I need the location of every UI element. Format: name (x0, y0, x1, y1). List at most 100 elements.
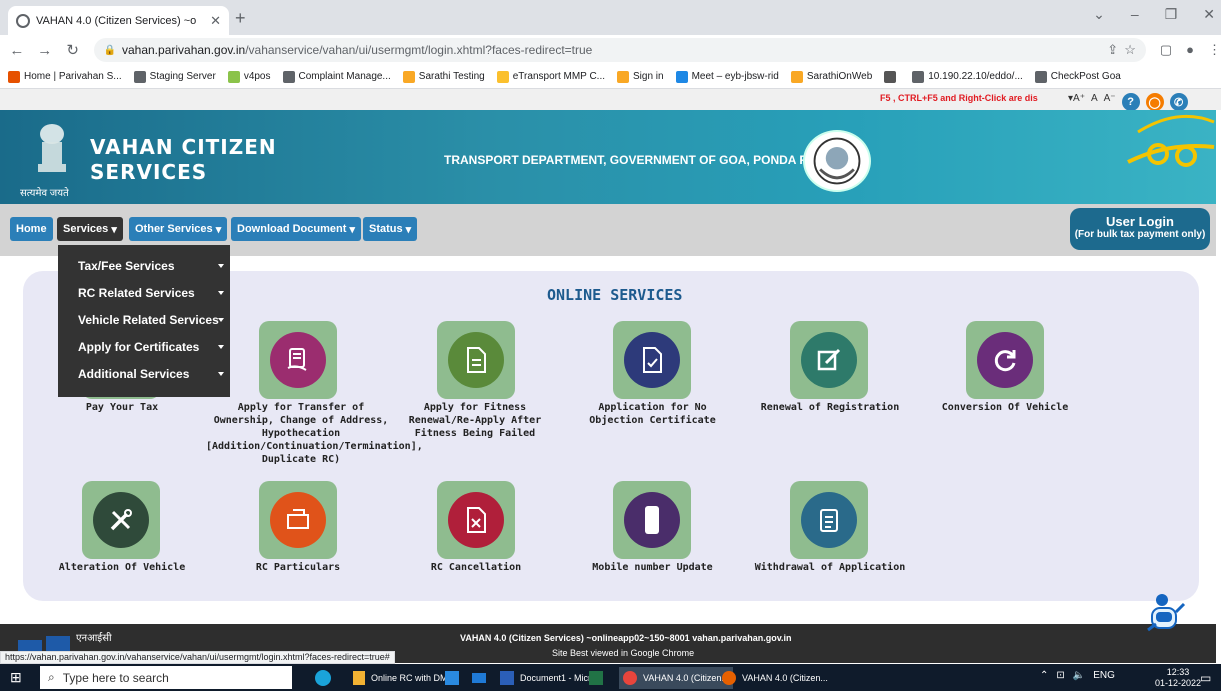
font-decrease-button[interactable]: A⁻ (1104, 93, 1116, 111)
tab-title: VAHAN 4.0 (Citizen Services) ~o (36, 14, 197, 27)
new-tab-button[interactable]: + (235, 8, 246, 29)
chevron-up-icon[interactable]: ⌃ (1040, 670, 1048, 681)
edge-icon[interactable] (315, 667, 331, 689)
taskbar-app-online-rc[interactable]: Online RC with DM... (353, 667, 455, 689)
taskbar-app-chrome[interactable]: VAHAN 4.0 (Citizen... (619, 667, 733, 689)
nav-services[interactable]: Services ▾ (57, 217, 123, 241)
bookmark-icon (675, 70, 688, 83)
bookmark-icon (496, 70, 509, 83)
nav-download-document[interactable]: Download Document ▾ (231, 217, 361, 241)
restore-button[interactable]: ❐ (1165, 6, 1178, 23)
taskbar-app-firefox[interactable]: VAHAN 4.0 (Citizen... (722, 667, 828, 689)
menu-item-tax-fee[interactable]: Tax/Fee Services (78, 259, 175, 273)
close-window-button[interactable]: ✕ (1203, 6, 1215, 23)
bookmark-item[interactable]: SarathiOnWeb (790, 70, 873, 83)
bookmark-item[interactable]: Meet – eyb-jbsw-rid (675, 70, 779, 83)
profile-icon[interactable]: ● (1186, 42, 1194, 58)
taskbar-app-word[interactable]: Document1 - Micr... (500, 667, 598, 689)
store-icon[interactable] (445, 667, 459, 689)
service-card-transfer-ownership[interactable] (259, 321, 337, 399)
service-card-rc-cancellation[interactable] (437, 481, 515, 559)
folder-icon (353, 671, 365, 685)
bookmark-item[interactable]: CheckPost Goa (1034, 70, 1121, 83)
url-input[interactable]: 🔒 vahan.parivahan.gov.in/vahanservice/va… (93, 38, 1146, 62)
bookmark-item[interactable]: v4pos (227, 70, 271, 83)
menu-item-certificates[interactable]: Apply for Certificates (78, 340, 199, 354)
menu-icon[interactable]: ⋮ (1208, 42, 1221, 58)
menu-item-additional[interactable]: Additional Services (78, 367, 189, 381)
nav-status-label: Status (369, 223, 403, 235)
file-icon (448, 332, 504, 388)
volume-icon[interactable]: 🔈 (1073, 670, 1085, 681)
online-services-title: ONLINE SERVICES (547, 286, 683, 304)
nav-download-label: Download Document (237, 223, 347, 235)
service-label: Withdrawal of Application (754, 562, 906, 573)
menu-item-vehicle-related[interactable]: Vehicle Related Services (78, 313, 219, 327)
bookmark-icon (8, 70, 20, 83)
reload-button[interactable]: ↻ (62, 41, 84, 59)
nav-home[interactable]: Home (10, 217, 53, 241)
menu-item-rc-related[interactable]: RC Related Services (78, 286, 195, 300)
status-url: https://vahan.parivahan.gov.in/vahanserv… (0, 651, 395, 664)
bookmark-label: Home | Parivahan S... (24, 71, 122, 82)
service-card-noc[interactable] (613, 321, 691, 399)
chevron-down-icon[interactable]: ⌄ (1093, 6, 1105, 23)
bookmark-item[interactable]: Sarathi Testing (402, 70, 485, 83)
department-title: TRANSPORT DEPARTMENT, GOVERNMENT OF GOA,… (444, 153, 825, 167)
share-icon[interactable]: ⇪ (1107, 42, 1118, 58)
bookmark-item[interactable]: Home | Parivahan S... (8, 70, 122, 83)
phone-icon[interactable]: ✆ (1169, 93, 1188, 111)
service-label: Application for No Objection Certificate (589, 402, 716, 426)
chrome-icon (623, 671, 637, 685)
network-icon[interactable]: ⊡ (1056, 670, 1064, 681)
footer-line2: Site Best viewed in Google Chrome (552, 648, 695, 658)
font-increase-button[interactable]: ▾A⁺ (1068, 93, 1085, 111)
bookmark-icon (790, 70, 803, 83)
service-card-fitness-renewal[interactable] (437, 321, 515, 399)
bookmark-label: SarathiOnWeb (806, 71, 873, 82)
user-login-button[interactable]: User Login (For bulk tax payment only) (1070, 208, 1210, 250)
chatbot-robot-icon[interactable] (1140, 590, 1200, 638)
url-text: vahan.parivahan.gov.in/vahanservice/vaha… (121, 43, 593, 57)
language-label[interactable]: ENG (1093, 670, 1115, 681)
lock-icon: 🔒 (103, 44, 116, 56)
windows-start-icon[interactable]: ⊞ (10, 669, 22, 686)
help-icon[interactable]: ? (1121, 93, 1140, 111)
service-card-conversion[interactable] (966, 321, 1044, 399)
excel-icon[interactable] (589, 667, 603, 689)
bookmark-item[interactable] (884, 70, 900, 83)
bookmark-item[interactable]: Sign in (617, 70, 664, 83)
service-card-withdrawal[interactable] (790, 481, 868, 559)
service-card-alteration[interactable] (82, 481, 160, 559)
bookmark-icon (617, 70, 629, 83)
vahan-logo (1127, 114, 1215, 167)
taskbar-search-input[interactable]: ⌕ Type here to search (40, 666, 292, 689)
bookmark-item[interactable]: eTransport MMP C... (496, 70, 605, 83)
service-card-rc-particulars[interactable] (259, 481, 337, 559)
bookmark-item[interactable]: 10.190.22.10/eddo/... (912, 70, 1023, 83)
back-button[interactable]: ← (6, 42, 28, 59)
nav-other-services[interactable]: Other Services ▾ (129, 217, 228, 241)
font-normal-button[interactable]: A (1091, 93, 1098, 111)
clock-date: 01-12-2022 (1155, 678, 1202, 688)
bookmark-label: v4pos (243, 71, 271, 82)
minimize-button[interactable]: – (1131, 6, 1139, 23)
bookmark-item[interactable]: Staging Server (133, 70, 216, 83)
nav-status[interactable]: Status ▾ (363, 217, 418, 241)
service-label: Mobile number Update (592, 562, 713, 573)
forward-button[interactable]: → (34, 42, 56, 59)
user-login-label: User Login (1106, 214, 1174, 229)
sidepanel-icon[interactable]: ▢ (1160, 42, 1172, 58)
bookmark-item[interactable]: Complaint Manage... (282, 70, 391, 83)
browser-tab[interactable]: VAHAN 4.0 (Citizen Services) ~o ✕ (8, 6, 229, 35)
bookmark-star-icon[interactable]: ☆ (1124, 42, 1136, 58)
notification-icon[interactable]: ▭ (1200, 671, 1211, 685)
service-card-mobile-update[interactable] (613, 481, 691, 559)
mail-icon[interactable] (472, 667, 486, 689)
bookmark-icon (1034, 70, 1047, 83)
address-bar: ← → ↻ 🔒 vahan.parivahan.gov.in/vahanserv… (0, 35, 1221, 65)
chat-icon[interactable]: ◯ (1145, 93, 1164, 111)
service-card-renewal-registration[interactable] (790, 321, 868, 399)
clock[interactable]: 12:33 01-12-2022 (1155, 667, 1201, 689)
close-tab-icon[interactable]: ✕ (210, 13, 221, 29)
